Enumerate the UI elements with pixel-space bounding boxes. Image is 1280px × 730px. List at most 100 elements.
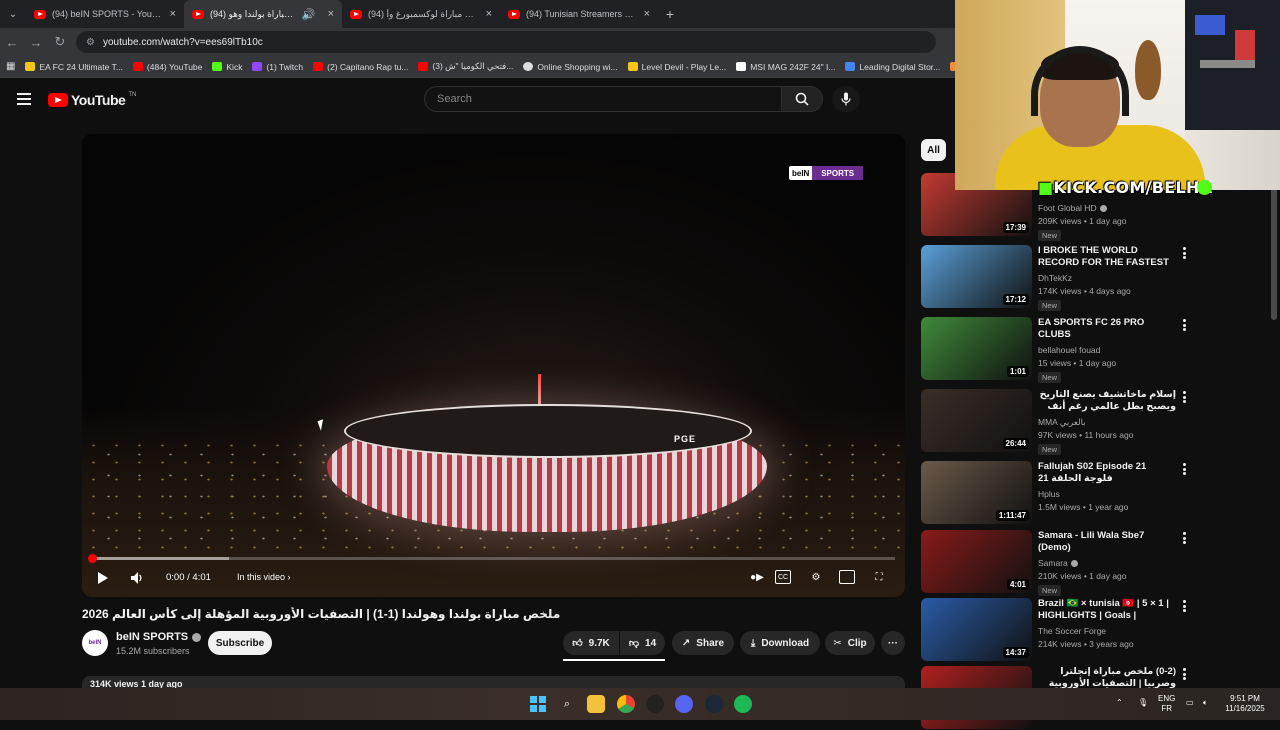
filter-chip-all[interactable]: All (921, 139, 946, 161)
apps-grid-icon[interactable]: ▦ (6, 61, 15, 72)
chapter-button[interactable]: In this video › (237, 572, 291, 582)
bookmark-item[interactable]: Leading Digital Stor... (845, 62, 940, 72)
close-icon[interactable]: × (644, 8, 650, 20)
close-icon[interactable]: × (486, 8, 492, 20)
video-thumbnail[interactable]: 14:37 (921, 598, 1032, 661)
recommendation-title[interactable]: Fallujah S02 Episode 21 فلوجة الحلقة 21 (1038, 461, 1176, 485)
share-button[interactable]: ↗ Share (672, 631, 734, 655)
speaker-tray-icon[interactable]: 🔈︎ (1203, 698, 1208, 708)
recommendation-item[interactable]: 1:11:47 Fallujah S02 Episode 21 فلوجة الح… (921, 461, 1251, 525)
progress-bar[interactable] (88, 554, 895, 563)
youtube-logo[interactable]: YouTube TN (48, 92, 136, 108)
bookmark-item[interactable]: MSI MAG 242F 24" I... (736, 62, 835, 72)
recommendation-channel[interactable]: The Soccer Forge (1038, 626, 1106, 636)
bookmark-item[interactable]: (3) فتحي الكوميا "ش... (418, 61, 513, 72)
chrome-icon[interactable] (617, 695, 635, 713)
channel-name-link[interactable]: beIN SPORTS (116, 631, 202, 643)
recommendation-title[interactable]: Brazil 🇧🇷 × tunisia 🇹🇳 | 5 × 1 | HIGHLIG… (1038, 598, 1176, 622)
windows-start-icon[interactable] (529, 695, 547, 713)
steam-icon[interactable] (705, 695, 723, 713)
recommendation-title[interactable]: إسلام ماخاتشيف يصنع التاريخ ويصبح بطل عا… (1038, 389, 1176, 413)
tray-chevron-icon[interactable]: ⌃ (1116, 698, 1123, 708)
speaker-icon[interactable]: 🔊 (302, 8, 316, 21)
recommendation-channel[interactable]: Hplus (1038, 489, 1060, 499)
browser-tab-active[interactable]: (94) ملخص مباراة بولندا وهو 🔊 × (184, 0, 342, 28)
more-vertical-icon[interactable] (1183, 600, 1187, 612)
autoplay-toggle-icon[interactable]: ●▶ (749, 570, 765, 584)
new-tab-button[interactable]: + (658, 6, 682, 22)
clock[interactable]: 9:51 PM 11/16/2025 (1222, 694, 1268, 714)
recommendation-item[interactable]: 17:12 I BROKE THE WORLD RECORD FOR THE FA… (921, 245, 1251, 311)
taskbar-search-icon[interactable]: ⌕ (558, 695, 576, 713)
video-thumbnail[interactable]: 26:44 (921, 389, 1032, 452)
subtitles-icon[interactable]: CC (775, 570, 791, 584)
bookmark-item[interactable]: Online Shopping wi... (523, 62, 618, 72)
theater-mode-icon[interactable] (839, 570, 855, 584)
tab-search-button[interactable]: ⌄ (0, 0, 26, 28)
browser-tab[interactable]: (94) Tunisian Streamers Highlig × (500, 0, 658, 28)
like-button[interactable]: 👍︎ 9.7K (563, 631, 619, 655)
subscribe-button[interactable]: Subscribe (208, 631, 272, 655)
site-info-icon[interactable]: ⚙ (86, 37, 95, 48)
more-vertical-icon[interactable] (1183, 668, 1187, 680)
dislike-button[interactable]: 👎︎ 14 (620, 631, 665, 655)
recommendation-item[interactable]: 4:01 Samara - Lili Wala Sbe7 (Demo) Samara… (921, 530, 1251, 596)
video-thumbnail[interactable]: 1:11:47 (921, 461, 1032, 524)
channel-avatar[interactable]: beIN (82, 630, 108, 656)
video-thumbnail[interactable]: 4:01 (921, 530, 1032, 593)
reload-icon[interactable]: ↻ (48, 34, 72, 50)
recommendation-title[interactable]: I BROKE THE WORLD RECORD FOR THE FASTEST… (1038, 245, 1176, 269)
close-icon[interactable]: × (328, 8, 334, 20)
recommendation-channel[interactable]: DhTekKz (1038, 273, 1072, 283)
recommendation-title[interactable]: (0-2) ملخص مباراة إنجلترا وصربيا | التصف… (1038, 666, 1176, 690)
more-vertical-icon[interactable] (1183, 319, 1187, 331)
recommendation-item[interactable]: 26:44 إسلام ماخاتشيف يصنع التاريخ ويصبح ب… (921, 389, 1251, 455)
file-explorer-icon[interactable] (587, 695, 605, 713)
discord-icon[interactable] (675, 695, 693, 713)
browser-tab[interactable]: (94) ملخص مباراة لوكسمبورغ وأ × (342, 0, 500, 28)
play-icon[interactable] (98, 572, 108, 584)
search-button[interactable] (781, 86, 823, 112)
spotify-icon[interactable] (734, 695, 752, 713)
back-arrow-icon[interactable]: ← (0, 35, 24, 50)
volume-icon[interactable] (130, 571, 142, 585)
video-thumbnail[interactable]: 17:12 (921, 245, 1032, 308)
recommendation-item[interactable]: 1:01 EA SPORTS FC 26 PRO CLUBS (FOUAD,ADE… (921, 317, 1251, 383)
more-vertical-icon[interactable] (1183, 463, 1187, 475)
microphone-tray-icon[interactable]: 🎙︎ (1138, 698, 1148, 708)
menu-icon[interactable] (17, 93, 31, 105)
settings-gear-icon[interactable]: ⚙ (808, 570, 824, 584)
bookmark-item[interactable]: (484) YouTube (132, 62, 202, 72)
more-actions-button[interactable]: ··· (881, 631, 905, 655)
recommendation-channel[interactable]: Foot Global HD (1038, 203, 1107, 213)
recommendation-item[interactable]: 14:37 Brazil 🇧🇷 × tunisia 🇹🇳 | 5 × 1 | HI… (921, 598, 1251, 662)
bookmark-item[interactable]: (1) Twitch (252, 62, 303, 72)
close-icon[interactable]: × (170, 8, 176, 20)
recommendation-channel[interactable]: MMA بالعربي (1038, 417, 1086, 428)
recommendation-channel[interactable]: bellahouel fouad (1038, 345, 1100, 355)
search-input[interactable]: Search (424, 86, 782, 112)
browser-tab[interactable]: (94) beIN SPORTS - YouTube × (26, 0, 184, 28)
recommendation-title[interactable]: EA SPORTS FC 26 PRO CLUBS (FOUAD,ADEL,RI… (1038, 317, 1176, 341)
clip-button[interactable]: ✂ Clip (825, 631, 875, 655)
download-button[interactable]: ⤓ Download (740, 631, 820, 655)
bookmark-item[interactable]: Kick (212, 62, 242, 72)
more-vertical-icon[interactable] (1183, 391, 1187, 403)
forward-arrow-icon[interactable]: → (24, 35, 48, 50)
more-vertical-icon[interactable] (1183, 532, 1187, 544)
bookmark-item[interactable]: EA FC 24 Ultimate T... (25, 62, 123, 72)
bookmark-item[interactable]: (2) Capitano Rap tu... (313, 62, 408, 72)
voice-search-button[interactable] (832, 86, 860, 112)
bookmark-item[interactable]: Level Devil - Play Le... (627, 62, 726, 72)
video-player[interactable]: PGE beIN SPORTS 0:00 / 4:01 In this vide… (82, 134, 905, 597)
recommendation-title[interactable]: Samara - Lili Wala Sbe7 (Demo) (1038, 530, 1176, 554)
obs-icon[interactable] (646, 695, 664, 713)
url-input[interactable]: ⚙ youtube.com/watch?v=ees69lTb10c (76, 31, 936, 53)
language-indicator[interactable]: ENG FR (1158, 694, 1175, 714)
fullscreen-icon[interactable]: ⛶ (871, 570, 887, 584)
video-thumbnail[interactable]: 1:01 (921, 317, 1032, 380)
recommendation-channel[interactable]: Samara (1038, 558, 1078, 568)
scrubber-handle[interactable] (88, 554, 97, 563)
network-icon[interactable]: ▭ (1186, 698, 1194, 708)
more-vertical-icon[interactable] (1183, 247, 1187, 259)
